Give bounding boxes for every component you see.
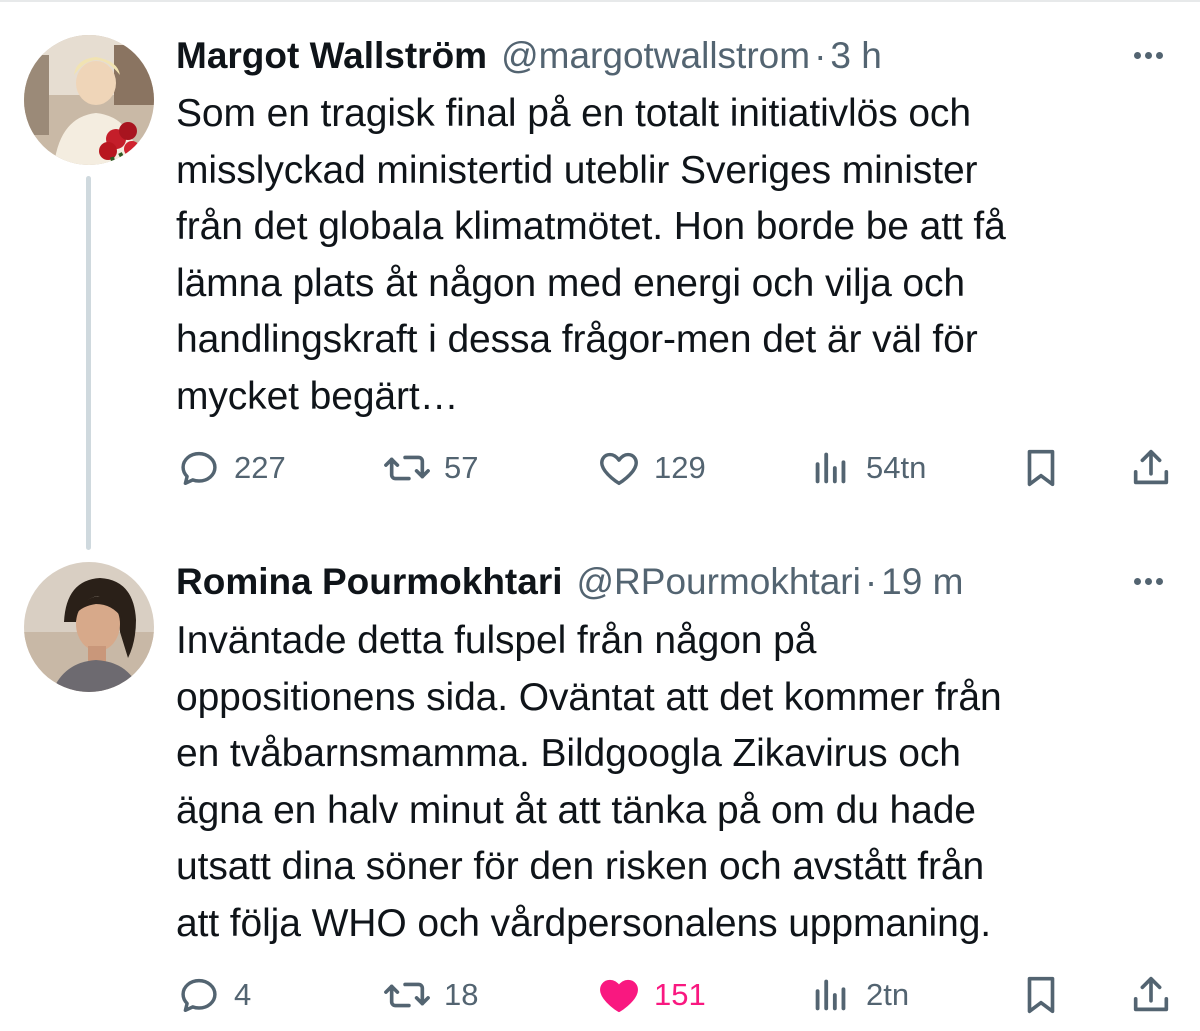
tweet-text-line: en tvåbarnsmamma. Bildgoogla Zikavirus o…	[176, 732, 961, 775]
tweet-actions: 4 18 151 2tn	[176, 970, 1176, 1020]
more-icon	[1133, 577, 1141, 585]
tweet-timestamp[interactable]: 19 m	[881, 558, 963, 606]
share-icon	[1133, 976, 1169, 1012]
bookmark-icon	[1027, 976, 1055, 1014]
tweet-text-line: ägna en halv minut åt att tänka på om du…	[176, 788, 976, 832]
bookmark-icon	[1027, 449, 1055, 487]
retweet-count: 18	[444, 977, 479, 1012]
more-icon	[1133, 51, 1141, 59]
like-button[interactable]: 129	[596, 443, 706, 493]
avatar-margot[interactable]	[24, 35, 154, 165]
share-button[interactable]	[1128, 443, 1174, 493]
retweet-button[interactable]: 57	[382, 443, 478, 493]
more-options-button[interactable]	[1126, 40, 1170, 70]
view-count: 2tn	[866, 977, 910, 1012]
tweet-actions: 227 57 129 54tn	[176, 443, 1176, 493]
views-button[interactable]: 2tn	[808, 970, 909, 1020]
top-divider	[0, 0, 1200, 2]
reply-count: 227	[234, 450, 286, 485]
tweet-text-line: lämna plats åt någon med energi och vilj…	[176, 261, 965, 305]
like-button[interactable]: 151	[596, 970, 706, 1020]
more-icon-dot	[1155, 577, 1163, 585]
share-button[interactable]	[1128, 970, 1174, 1020]
tweet-text-line: från det globala klimatmötet. Hon borde …	[176, 205, 1006, 248]
retweet-button[interactable]: 18	[382, 970, 478, 1020]
views-icon	[815, 452, 846, 484]
tweet-text-line: Inväntade detta fulspel från någon på	[176, 619, 817, 662]
thread-connector-line	[86, 176, 91, 550]
retweet-icon	[384, 455, 430, 481]
tweet-text-line: oppositionens sida. Oväntat att det komm…	[176, 675, 1002, 719]
more-options-button[interactable]	[1126, 566, 1170, 596]
tweet-text-line: att följa WHO och vårdpersonalens uppman…	[176, 901, 992, 945]
reply-count: 4	[234, 977, 252, 1012]
tweet-text-line: Som en tragisk final på en totalt initia…	[176, 92, 971, 135]
reply-button[interactable]: 227	[176, 443, 286, 493]
avatar-romina[interactable]	[24, 562, 154, 692]
tweet-header: Romina Pourmokhtari @RPourmokhtari · 19 …	[176, 558, 963, 606]
reply-icon	[181, 978, 217, 1013]
like-count: 129	[654, 450, 706, 485]
header-separator: ·	[864, 561, 878, 602]
view-count: 54tn	[866, 450, 927, 485]
author-name[interactable]: Margot Wallström	[176, 32, 487, 80]
views-button[interactable]: 54tn	[808, 443, 926, 493]
views-icon	[815, 979, 846, 1011]
like-count: 151	[654, 977, 706, 1012]
reply-button[interactable]: 4	[176, 970, 251, 1020]
author-name[interactable]: Romina Pourmokhtari	[176, 558, 563, 606]
avatar-margot-image	[24, 35, 154, 165]
avatar-romina-image	[24, 562, 154, 692]
tweet-text-line: handlingskraft i dessa frågor-men det är…	[176, 318, 978, 361]
bookmark-button[interactable]	[1018, 443, 1064, 493]
bookmark-button[interactable]	[1018, 970, 1064, 1020]
retweet-icon	[384, 982, 430, 1008]
tweet-text: Inväntade detta fulspel från någon på op…	[176, 613, 1166, 952]
share-icon	[1133, 449, 1169, 485]
more-icon-dot	[1155, 51, 1163, 59]
heart-icon	[600, 979, 638, 1013]
tweet-text: Som en tragisk final på en totalt initia…	[176, 86, 1166, 425]
tweet-text-line: utsatt dina söner för den risken och avs…	[176, 845, 985, 888]
header-separator: ·	[814, 35, 827, 76]
tweet-text-line: mycket begärt…	[176, 374, 459, 418]
more-icon-dot	[1144, 577, 1152, 585]
tweet-timestamp[interactable]: 3 h	[830, 32, 881, 80]
tweet-header: Margot Wallström @margotwallstrom · 3 h	[176, 32, 882, 80]
more-icon-dot	[1144, 51, 1152, 59]
reply-icon	[181, 451, 217, 486]
tweet-text-line: misslyckad ministertid uteblir Sveriges …	[176, 148, 978, 192]
author-handle[interactable]: @RPourmokhtari	[577, 558, 861, 606]
retweet-count: 57	[444, 450, 479, 485]
heart-icon	[600, 452, 638, 486]
author-handle[interactable]: @margotwallstrom	[501, 32, 810, 80]
